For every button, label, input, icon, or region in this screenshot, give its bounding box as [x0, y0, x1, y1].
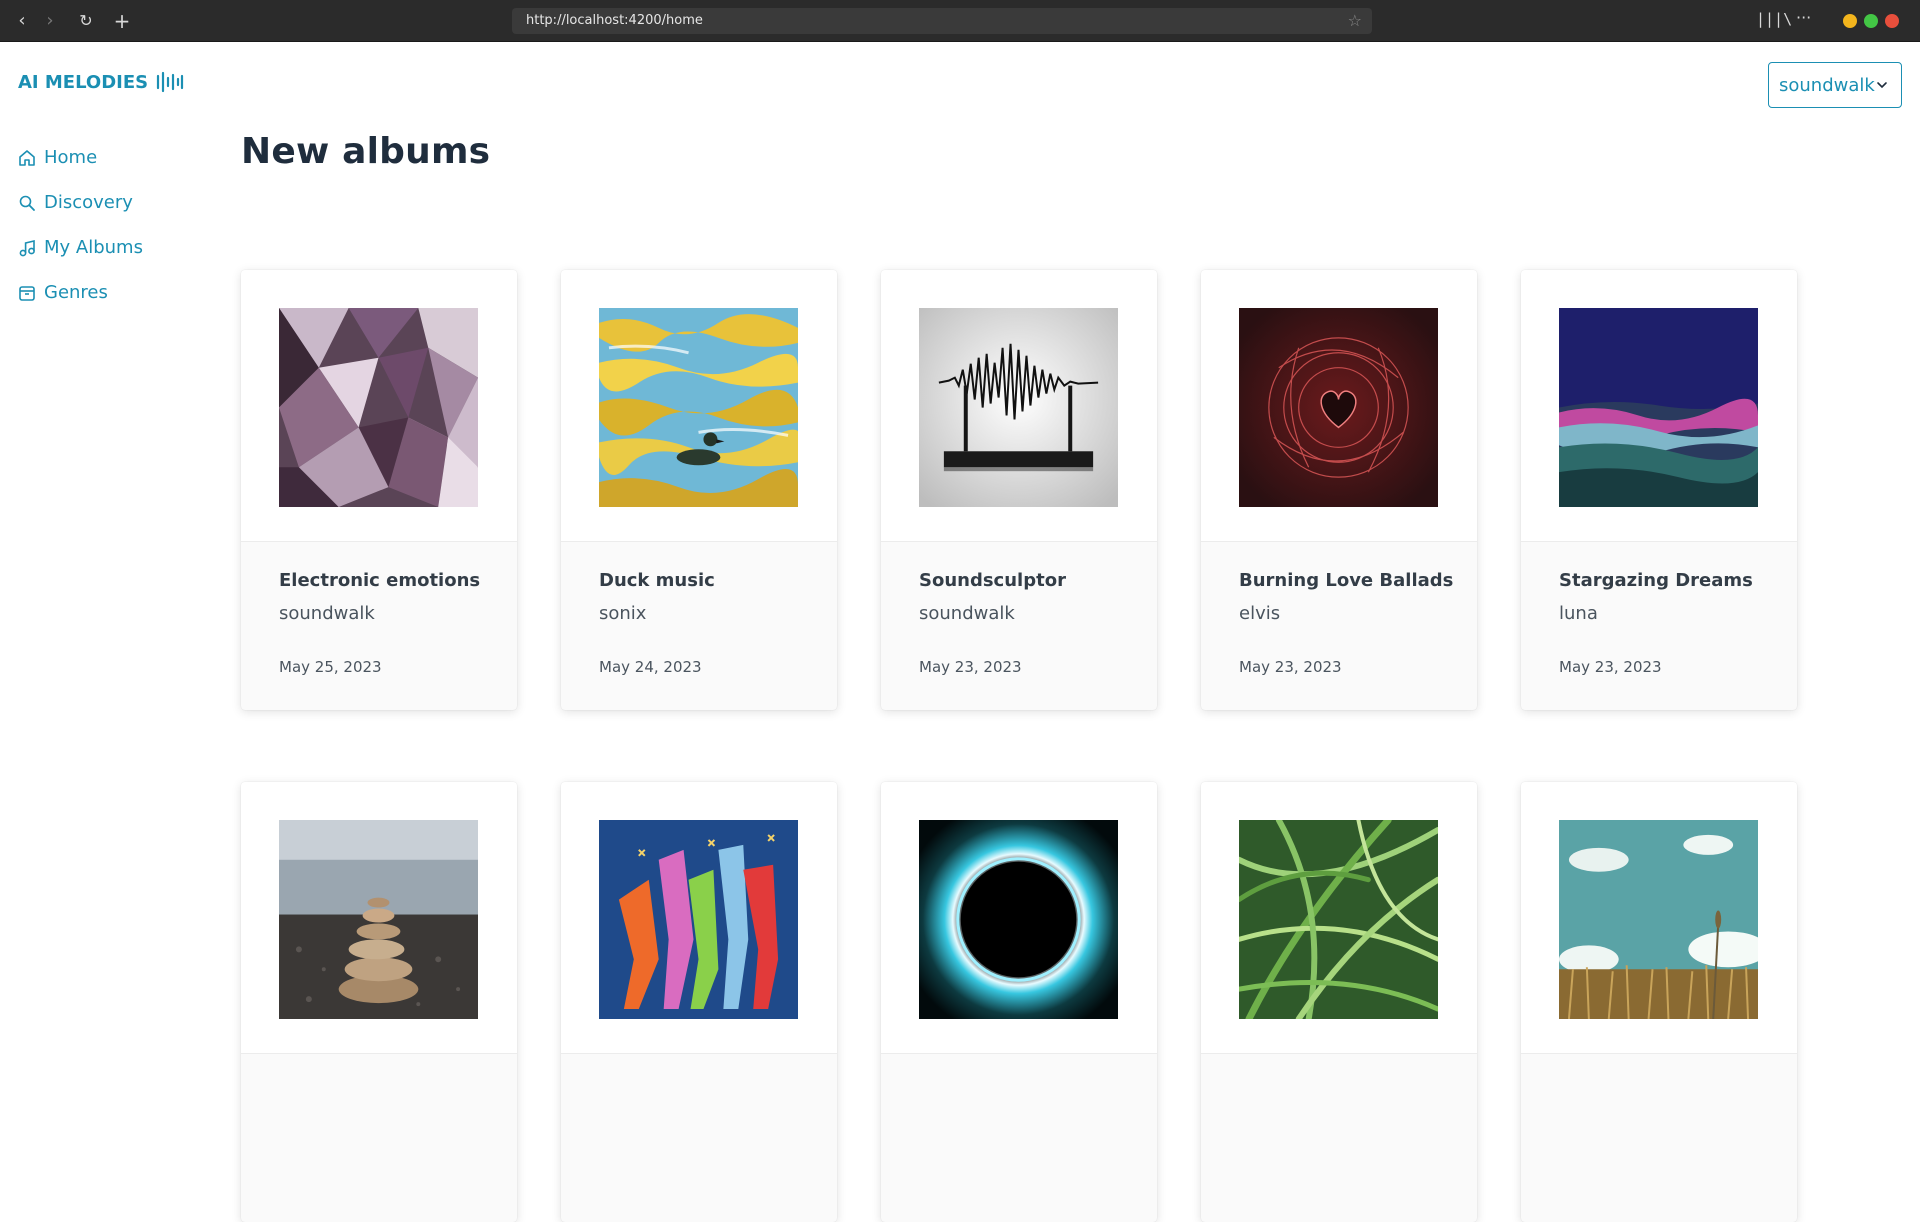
album-date: May 23, 2023	[1559, 658, 1662, 676]
album-card[interactable]: Stargazing Dreams luna May 23, 2023	[1521, 270, 1797, 710]
sidebar-item-my-albums[interactable]: My Albums	[18, 225, 143, 270]
brand-name: AI MELODIES	[18, 71, 149, 93]
album-card[interactable]	[241, 782, 517, 1222]
album-art-frame	[1201, 782, 1477, 1054]
album-art-frame	[561, 782, 837, 1054]
album-artist: sonix	[599, 603, 647, 624]
new-tab-icon[interactable]: +	[110, 9, 134, 33]
search-icon	[19, 195, 35, 211]
album-cover-image	[919, 308, 1118, 507]
close-dot[interactable]	[1885, 14, 1899, 28]
back-icon[interactable]: ‹	[10, 9, 34, 33]
album-cover-image	[919, 820, 1118, 1019]
chevron-down-icon	[1877, 82, 1887, 89]
sidebar-item-label: Home	[44, 147, 98, 168]
sidebar-item-label: My Albums	[44, 237, 143, 258]
bookmark-star-icon[interactable]: ☆	[1348, 11, 1362, 30]
album-date: May 23, 2023	[919, 658, 1022, 676]
album-card[interactable]: Burning Love Ballads elvis May 23, 2023	[1201, 270, 1477, 710]
archive-box-icon	[19, 285, 35, 301]
album-card[interactable]: Duck music sonix May 24, 2023	[561, 270, 837, 710]
album-cover-image	[279, 308, 478, 507]
album-card[interactable]	[1521, 782, 1797, 1222]
album-cover-image	[599, 308, 798, 507]
forward-icon[interactable]: ›	[38, 9, 62, 33]
album-title: Burning Love Ballads	[1239, 570, 1454, 591]
album-cover-image	[1239, 308, 1438, 507]
album-title: Soundsculptor	[919, 570, 1066, 591]
user-select-dropdown[interactable]: soundwalk	[1768, 62, 1902, 108]
album-art-frame	[241, 270, 517, 542]
album-cover-image	[1559, 820, 1758, 1019]
more-menu-icon[interactable]: ···	[1796, 8, 1811, 27]
album-card[interactable]	[561, 782, 837, 1222]
album-date: May 25, 2023	[279, 658, 382, 676]
album-card[interactable]	[1201, 782, 1477, 1222]
maximize-dot[interactable]	[1864, 14, 1878, 28]
album-artist: soundwalk	[919, 603, 1015, 624]
brand-logo[interactable]: AI MELODIES	[18, 71, 184, 93]
equalizer-icon	[157, 71, 184, 93]
album-date: May 24, 2023	[599, 658, 702, 676]
url-text: http://localhost:4200/home	[526, 13, 703, 28]
sidebar-item-discovery[interactable]: Discovery	[18, 180, 143, 225]
album-cover-image	[1239, 820, 1438, 1019]
album-art-frame	[241, 782, 517, 1054]
album-grid: Electronic emotions soundwalk May 25, 20…	[241, 270, 1797, 1222]
sidebar-item-label: Genres	[44, 282, 108, 303]
album-card[interactable]: Soundsculptor soundwalk May 23, 2023	[881, 270, 1157, 710]
album-art-frame	[1201, 270, 1477, 542]
album-card[interactable]	[881, 782, 1157, 1222]
address-bar[interactable]: http://localhost:4200/home ☆	[512, 8, 1372, 34]
browser-toolbar: ‹ › ↻ + http://localhost:4200/home ☆ |||…	[0, 0, 1920, 42]
album-art-frame	[881, 782, 1157, 1054]
library-icon[interactable]: |||\	[1756, 10, 1792, 28]
music-note-icon	[19, 239, 35, 256]
album-art-frame	[881, 270, 1157, 542]
sidebar-item-label: Discovery	[44, 192, 133, 213]
home-icon	[19, 149, 35, 166]
sidebar-item-home[interactable]: Home	[18, 135, 143, 180]
album-artist: luna	[1559, 603, 1598, 624]
page-title: New albums	[241, 131, 491, 172]
user-select-value: soundwalk	[1779, 74, 1875, 96]
album-art-frame	[1521, 782, 1797, 1054]
album-artist: soundwalk	[279, 603, 375, 624]
sidebar-item-genres[interactable]: Genres	[18, 270, 143, 315]
album-title: Electronic emotions	[279, 570, 481, 591]
album-date: May 23, 2023	[1239, 658, 1342, 676]
album-art-frame	[561, 270, 837, 542]
reload-icon[interactable]: ↻	[74, 9, 98, 33]
album-cover-image	[1559, 308, 1758, 507]
album-artist: elvis	[1239, 603, 1281, 624]
album-card[interactable]: Electronic emotions soundwalk May 25, 20…	[241, 270, 517, 710]
minimize-dot[interactable]	[1843, 14, 1857, 28]
album-cover-image	[279, 820, 478, 1019]
app-root: AI MELODIES Home Discovery My Albums Gen…	[0, 43, 1920, 1222]
sidebar-nav: Home Discovery My Albums Genres	[18, 135, 143, 315]
album-title: Stargazing Dreams	[1559, 570, 1753, 591]
album-art-frame	[1521, 270, 1797, 542]
album-cover-image	[599, 820, 798, 1019]
album-title: Duck music	[599, 570, 715, 591]
